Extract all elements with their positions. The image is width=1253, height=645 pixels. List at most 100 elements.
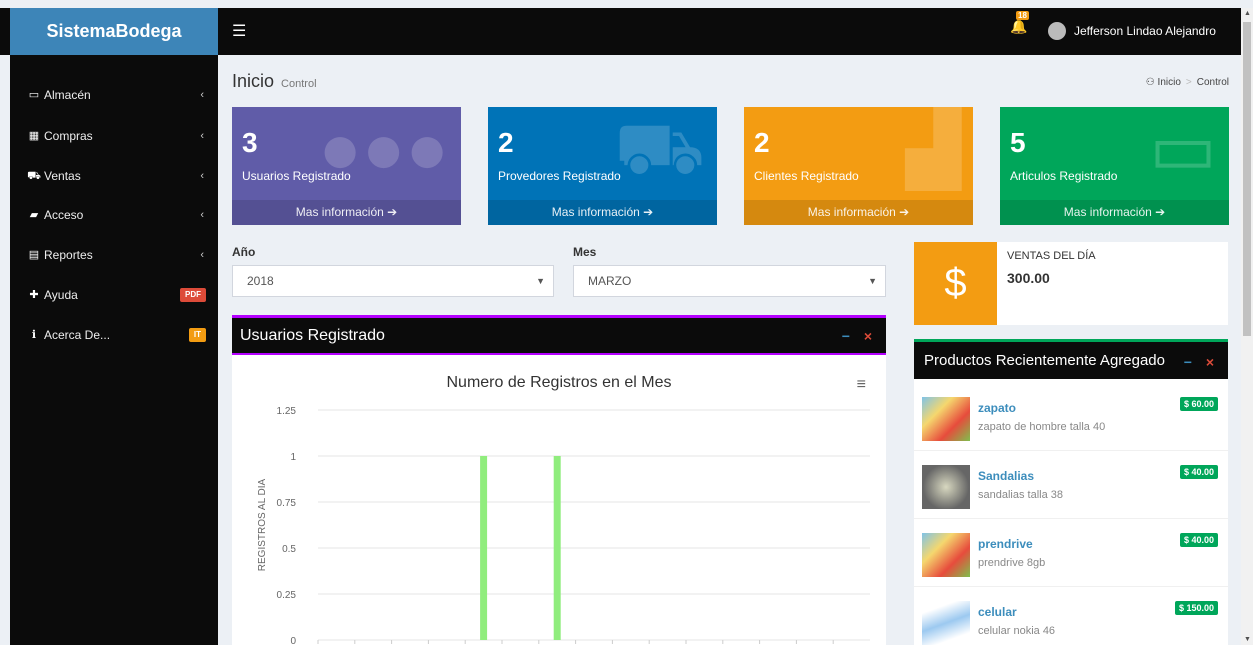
list-item: prendrive prendrive 8gb $ 40.00	[914, 519, 1228, 587]
user-name: Jefferson Lindao Alejandro	[1074, 24, 1216, 38]
sidebar-item-ventas[interactable]: ⛟ Ventas ‹	[10, 166, 218, 186]
panel-header: Usuarios Registrado − ×	[232, 318, 886, 355]
list-item: zapato zapato de hombre talla 40 $ 60.00	[914, 383, 1228, 451]
sidebar-item-compras[interactable]: ▦ Compras ‹	[10, 126, 218, 146]
it-badge: IT	[188, 328, 206, 342]
chevron-left-icon: ‹	[200, 89, 204, 101]
price-badge: $ 40.00	[1179, 465, 1218, 479]
sidebar-item-label: Almacén	[44, 88, 91, 102]
notifications-bell-icon[interactable]: 🔔 18	[1010, 11, 1029, 35]
chart-menu-icon[interactable]: ≡	[857, 376, 866, 394]
sales-label: VENTAS DEL DÍA	[1007, 250, 1096, 262]
breadcrumb-control: Control	[1196, 77, 1229, 88]
sidebar-item-label: Ayuda	[44, 288, 78, 302]
y-tick-label: 0	[290, 636, 296, 645]
panel-title: Productos Recientemente Agregado	[924, 352, 1165, 369]
sidebar-item-label: Ventas	[44, 169, 81, 183]
recent-products-panel: Productos Recientemente Agregado − × zap…	[914, 339, 1228, 645]
arrow-circle-right-icon: ➔	[1155, 205, 1166, 219]
stat-label: Articulos Registrado	[1010, 169, 1118, 183]
folder-icon: ▰	[29, 209, 39, 221]
more-info-link[interactable]: Mas información ➔	[488, 200, 717, 225]
page-subtitle: Control	[281, 78, 317, 90]
product-image	[922, 533, 970, 577]
breadcrumb: ⚇ Inicio > Control	[1145, 77, 1229, 88]
y-tick-label: 1	[290, 452, 296, 463]
sales-today-box: $ VENTAS DEL DÍA 300.00	[914, 242, 1228, 325]
month-select[interactable]: MARZO ▼	[573, 265, 886, 297]
sidebar-item-almacen[interactable]: ▭ Almacén ‹	[10, 85, 218, 105]
price-badge: $ 40.00	[1179, 533, 1218, 547]
sidebar-item-ayuda[interactable]: ✚ Ayuda PDF	[10, 285, 218, 305]
sidebar: ▭ Almacén ‹ ▦ Compras ‹ ⛟ Ventas ‹ ▰ Acc…	[10, 55, 218, 645]
chevron-left-icon: ‹	[200, 249, 204, 261]
product-image	[922, 397, 970, 441]
panel-tools: − ×	[1184, 354, 1214, 370]
product-description: prendrive 8gb	[978, 557, 1046, 569]
sidebar-item-acceso[interactable]: ▰ Acceso ‹	[10, 205, 218, 225]
close-button[interactable]: ×	[864, 328, 872, 344]
page-scrollbar[interactable]: ▲ ▼	[1241, 8, 1253, 645]
list-item: celular celular nokia 46 $ 150.00	[914, 587, 1228, 645]
page-title: Inicio Control	[232, 71, 317, 91]
y-tick-label: 0.5	[282, 544, 296, 555]
truck-icon: ⛟	[614, 109, 705, 189]
users-chart-panel: Usuarios Registrado − × Numero de Regist…	[232, 315, 886, 645]
sidebar-item-acerca-de[interactable]: ℹ Acerca De... IT	[10, 325, 218, 345]
user-menu[interactable]: Jefferson Lindao Alejandro	[1048, 8, 1216, 55]
stat-number: 2	[498, 127, 514, 158]
articles-stat-box: ▭ 5 Articulos Registrado Mas información…	[1000, 107, 1229, 225]
file-icon: ▤	[28, 249, 40, 261]
sidebar-item-reportes[interactable]: ▤ Reportes ‹	[10, 245, 218, 265]
y-axis-label: REGISTROS AL DIA	[257, 478, 268, 571]
clients-stat-box: ▟ 2 Clientes Registrado Mas información …	[744, 107, 973, 225]
product-name-link[interactable]: prendrive	[978, 537, 1033, 551]
scroll-up-icon[interactable]: ▲	[1244, 10, 1251, 17]
year-select[interactable]: 2018 ▼	[232, 265, 554, 297]
price-badge: $ 60.00	[1179, 397, 1218, 411]
brand-logo[interactable]: SistemaBodega	[10, 8, 218, 55]
stat-label: Usuarios Registrado	[242, 169, 351, 183]
chevron-left-icon: ‹	[200, 130, 204, 142]
product-name-link[interactable]: Sandalias	[978, 469, 1034, 483]
stat-label: Clientes Registrado	[754, 169, 859, 183]
cart-icon: ⛟	[27, 170, 41, 182]
product-description: sandalias talla 38	[978, 489, 1064, 501]
stat-number: 5	[1010, 127, 1026, 158]
list-item: Sandalias sandalias talla 38 $ 40.00	[914, 451, 1228, 519]
close-button[interactable]: ×	[1206, 354, 1214, 370]
sidebar-toggle-icon[interactable]: ☰	[232, 8, 246, 55]
product-description: zapato de hombre talla 40	[978, 421, 1106, 433]
stat-label: Provedores Registrado	[498, 169, 621, 183]
dashboard-icon: ⚇	[1145, 77, 1155, 88]
sidebar-item-label: Compras	[44, 129, 93, 143]
scroll-down-icon[interactable]: ▼	[1244, 636, 1251, 643]
more-info-link[interactable]: Mas información ➔	[232, 200, 461, 225]
price-badge: $ 150.00	[1174, 601, 1218, 615]
product-name-link[interactable]: zapato	[978, 401, 1016, 415]
chevron-left-icon: ‹	[200, 170, 204, 182]
grid-icon: ▦	[28, 130, 40, 142]
sidebar-item-label: Acerca De...	[44, 328, 111, 342]
breadcrumb-inicio[interactable]: Inicio	[1158, 77, 1181, 88]
users-stat-box: ●●● 3 Usuarios Registrado Mas informació…	[232, 107, 461, 225]
product-name-link[interactable]: celular	[978, 605, 1017, 619]
more-info-link[interactable]: Mas información ➔	[744, 200, 973, 225]
more-info-link[interactable]: Mas información ➔	[1000, 200, 1229, 225]
scrollbar-thumb[interactable]	[1243, 22, 1251, 336]
laptop-icon: ▭	[1148, 109, 1217, 189]
panel-header: Productos Recientemente Agregado − ×	[914, 342, 1228, 379]
chart-bar	[480, 456, 488, 640]
product-image	[922, 465, 970, 509]
y-tick-label: 0.75	[277, 498, 297, 509]
month-label: Mes	[573, 245, 597, 259]
providers-stat-box: ⛟ 2 Provedores Registrado Mas informació…	[488, 107, 717, 225]
minimize-button[interactable]: −	[842, 328, 850, 344]
dollar-icon: $	[914, 242, 997, 325]
minimize-button[interactable]: −	[1184, 354, 1192, 370]
panel-tools: − ×	[842, 328, 872, 344]
sales-value: 300.00	[1007, 270, 1050, 286]
arrow-circle-right-icon: ➔	[643, 205, 654, 219]
y-tick-label: 1.25	[277, 406, 297, 417]
chart-title: Numero de Registros en el Mes	[446, 374, 672, 391]
